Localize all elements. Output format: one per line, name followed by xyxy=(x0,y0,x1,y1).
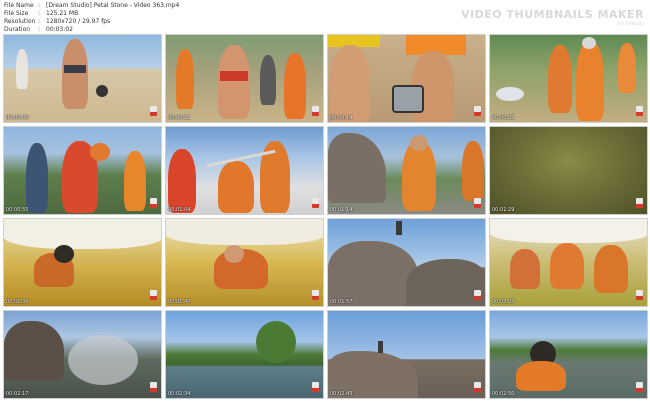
under-raft-scene xyxy=(4,219,161,306)
channel-logo-icon xyxy=(150,106,157,116)
beach-scene xyxy=(4,35,161,122)
raft-paddling-scene xyxy=(166,127,323,214)
timestamp: 00:02:17 xyxy=(6,391,29,397)
file-size-value: 125.21 MB xyxy=(46,10,79,17)
timestamp: 00:00:00 xyxy=(6,115,29,121)
timestamp: 00:02:50 xyxy=(492,391,515,397)
cliff-jump-scene xyxy=(328,219,485,306)
thumbnail[interactable]: 00:02:05 xyxy=(489,218,648,307)
rafting-prep-scene xyxy=(4,127,161,214)
resolution-label: Resolution xyxy=(4,18,36,25)
thumbnail[interactable]: 00:00:14 xyxy=(327,34,486,123)
channel-logo-icon xyxy=(474,198,481,208)
legs-camera-scene xyxy=(328,35,485,122)
cliff-dive-scene xyxy=(328,311,485,398)
channel-logo-icon xyxy=(312,198,319,208)
channel-logo-icon xyxy=(636,198,643,208)
channel-logo-icon xyxy=(150,382,157,392)
separator: : xyxy=(38,10,41,17)
duration-value: 00:03:02 xyxy=(46,26,73,33)
thumbnail[interactable]: 00:02:50 xyxy=(489,310,648,399)
watermark: VIDEO THUMBNAILS MAKER by Grandy xyxy=(461,8,644,27)
separator: : xyxy=(38,2,41,9)
timestamp: 00:01:14 xyxy=(330,207,353,213)
timestamp: 00:00:22 xyxy=(492,115,515,121)
thumbnail[interactable]: 00:02:17 xyxy=(3,310,162,399)
crowd-scene xyxy=(490,35,647,122)
thumbnail[interactable]: 00:02:43 xyxy=(327,310,486,399)
thumbnail[interactable]: 00:00:55 xyxy=(3,126,162,215)
thumbnail[interactable]: 00:01:29 xyxy=(489,126,648,215)
underwater-scene xyxy=(490,127,647,214)
channel-logo-icon xyxy=(636,382,643,392)
timestamp: 00:00:55 xyxy=(6,207,29,213)
thumbnail[interactable]: 00:01:36 xyxy=(3,218,162,307)
file-info-header: File Name : [Dream Studio] Petal Stone -… xyxy=(4,2,304,34)
timestamp: 00:01:04 xyxy=(168,207,191,213)
timestamp: 00:01:47 xyxy=(168,299,191,305)
file-size-row: File Size : 125.21 MB xyxy=(4,10,304,18)
file-name-label: File Name xyxy=(4,2,34,9)
duration-label: Duration xyxy=(4,26,31,33)
file-name-row: File Name : [Dream Studio] Petal Stone -… xyxy=(4,2,304,10)
thumbnail[interactable]: 00:01:14 xyxy=(327,126,486,215)
channel-logo-icon xyxy=(636,106,643,116)
channel-logo-icon xyxy=(312,382,319,392)
separator: : xyxy=(38,18,41,25)
timestamp: 00:01:36 xyxy=(6,299,29,305)
thumbnail[interactable]: 00:00:00 xyxy=(3,34,162,123)
resolution-row: Resolution : 1280x720 / 29.97 fps xyxy=(4,18,304,26)
channel-logo-icon xyxy=(636,290,643,300)
timestamp: 00:02:43 xyxy=(330,391,353,397)
timestamp: 00:00:21 xyxy=(168,115,191,121)
under-raft-people-scene xyxy=(490,219,647,306)
under-raft-scene xyxy=(166,219,323,306)
thumbnail[interactable]: 00:01:47 xyxy=(165,218,324,307)
channel-logo-icon xyxy=(474,382,481,392)
thumbnail-grid: 00:00:00 00:00:21 00:00:14 00:00:22 00:0… xyxy=(3,34,648,400)
file-name-value: [Dream Studio] Petal Stone - Video 363.m… xyxy=(46,2,180,9)
timestamp: 00:01:57 xyxy=(330,299,353,305)
thumbnail[interactable]: 00:01:04 xyxy=(165,126,324,215)
splash-scene xyxy=(4,311,161,398)
channel-logo-icon xyxy=(312,106,319,116)
watermark-subtitle: by Grandy xyxy=(617,21,644,27)
file-size-label: File Size xyxy=(4,10,29,17)
separator: : xyxy=(38,26,41,33)
timestamp: 00:00:14 xyxy=(330,115,353,121)
channel-logo-icon xyxy=(474,290,481,300)
thumbnail[interactable]: 00:00:21 xyxy=(165,34,324,123)
timestamp: 00:02:34 xyxy=(168,391,191,397)
thumbnail[interactable]: 00:01:57 xyxy=(327,218,486,307)
thumbnail[interactable]: 00:02:34 xyxy=(165,310,324,399)
watermark-title: VIDEO THUMBNAILS MAKER xyxy=(461,8,644,21)
timestamp: 00:02:05 xyxy=(492,299,515,305)
rock-raft-scene xyxy=(328,127,485,214)
river-trees-scene xyxy=(166,311,323,398)
channel-logo-icon xyxy=(312,290,319,300)
timestamp: 00:01:29 xyxy=(492,207,515,213)
swimmer-scene xyxy=(490,311,647,398)
channel-logo-icon xyxy=(474,106,481,116)
channel-logo-icon xyxy=(150,198,157,208)
resolution-value: 1280x720 / 29.97 fps xyxy=(46,18,111,25)
channel-logo-icon xyxy=(150,290,157,300)
duration-row: Duration : 00:03:02 xyxy=(4,26,304,34)
thumbnail[interactable]: 00:00:22 xyxy=(489,34,648,123)
group-scene xyxy=(166,35,323,122)
